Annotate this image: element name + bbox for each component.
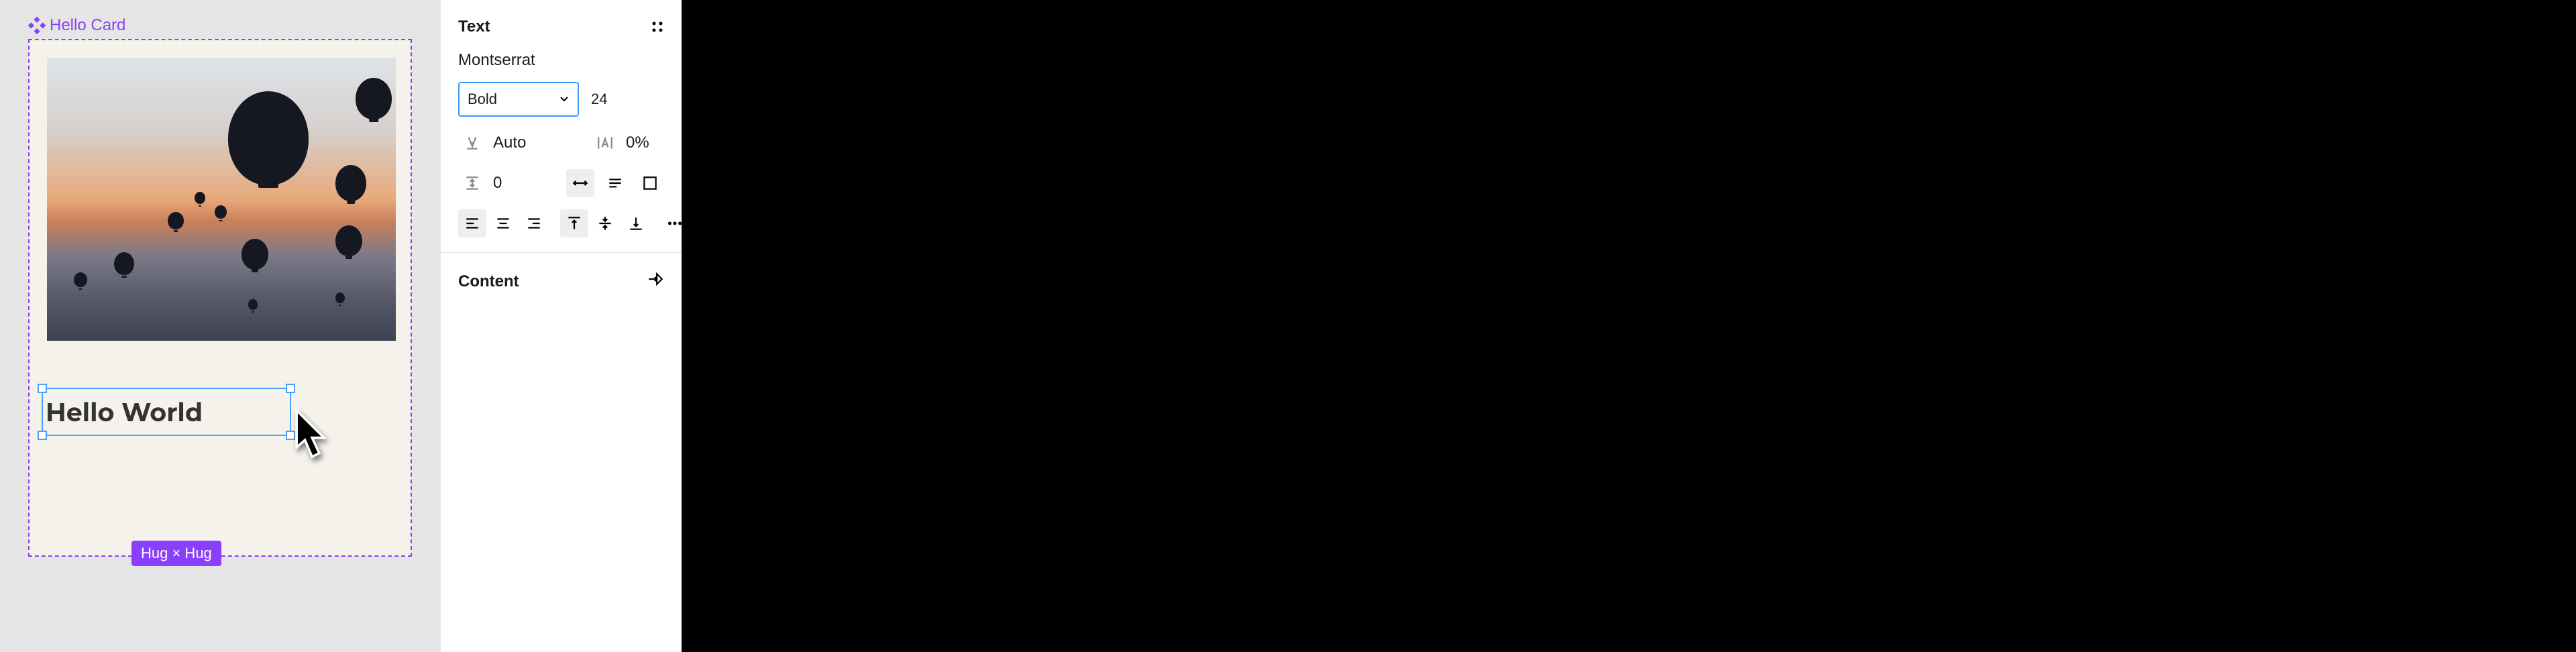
resize-handle-bottom-left[interactable]: [38, 431, 47, 440]
resize-handle-top-left[interactable]: [38, 384, 47, 393]
design-canvas[interactable]: Hello Card Hello World Hug × Hug: [0, 0, 440, 652]
text-resize-fixed-icon[interactable]: [636, 169, 664, 197]
text-layer-content[interactable]: Hello World: [43, 396, 203, 428]
text-align-middle-icon[interactable]: [591, 209, 619, 237]
font-size-input[interactable]: 24: [591, 91, 607, 108]
text-align-center-icon[interactable]: [489, 209, 517, 237]
inspector-panel: Text Montserrat Bold 24 Auto: [440, 0, 682, 652]
resize-handle-top-right[interactable]: [286, 384, 295, 393]
text-align-bottom-icon[interactable]: [622, 209, 650, 237]
paragraph-spacing-input[interactable]: 0: [493, 174, 502, 193]
autolayout-size-badge: Hug × Hug: [131, 541, 221, 566]
font-family-select[interactable]: Montserrat: [458, 51, 664, 70]
component-label: Hello Card: [28, 16, 125, 35]
content-section[interactable]: Content: [441, 253, 682, 310]
card-frame[interactable]: [28, 39, 412, 557]
font-weight-select[interactable]: Bold: [458, 82, 579, 117]
type-settings-icon[interactable]: [651, 20, 664, 34]
line-height-icon: [458, 129, 486, 157]
text-align-top-icon[interactable]: [560, 209, 588, 237]
empty-region: [682, 0, 2576, 652]
letter-spacing-icon: [591, 129, 619, 157]
chevron-down-icon: [559, 91, 570, 108]
text-align-right-icon[interactable]: [520, 209, 548, 237]
text-layer-selected[interactable]: Hello World: [42, 388, 291, 436]
paragraph-spacing-icon: [458, 169, 486, 197]
apply-content-icon[interactable]: [647, 270, 664, 292]
text-resize-auto-height-icon[interactable]: [601, 169, 629, 197]
line-height-input[interactable]: Auto: [493, 133, 526, 152]
component-label-text: Hello Card: [50, 16, 125, 35]
text-resize-auto-width-icon[interactable]: [566, 169, 594, 197]
resize-handle-bottom-right[interactable]: [286, 431, 295, 440]
component-icon: [28, 17, 46, 34]
text-align-left-icon[interactable]: [458, 209, 486, 237]
letter-spacing-input[interactable]: 0%: [626, 133, 649, 152]
text-section: Text Montserrat Bold 24 Auto: [441, 0, 682, 253]
card-image[interactable]: [47, 58, 396, 341]
font-weight-value: Bold: [468, 91, 497, 108]
text-section-title: Text: [458, 17, 490, 36]
content-section-title: Content: [458, 272, 519, 291]
